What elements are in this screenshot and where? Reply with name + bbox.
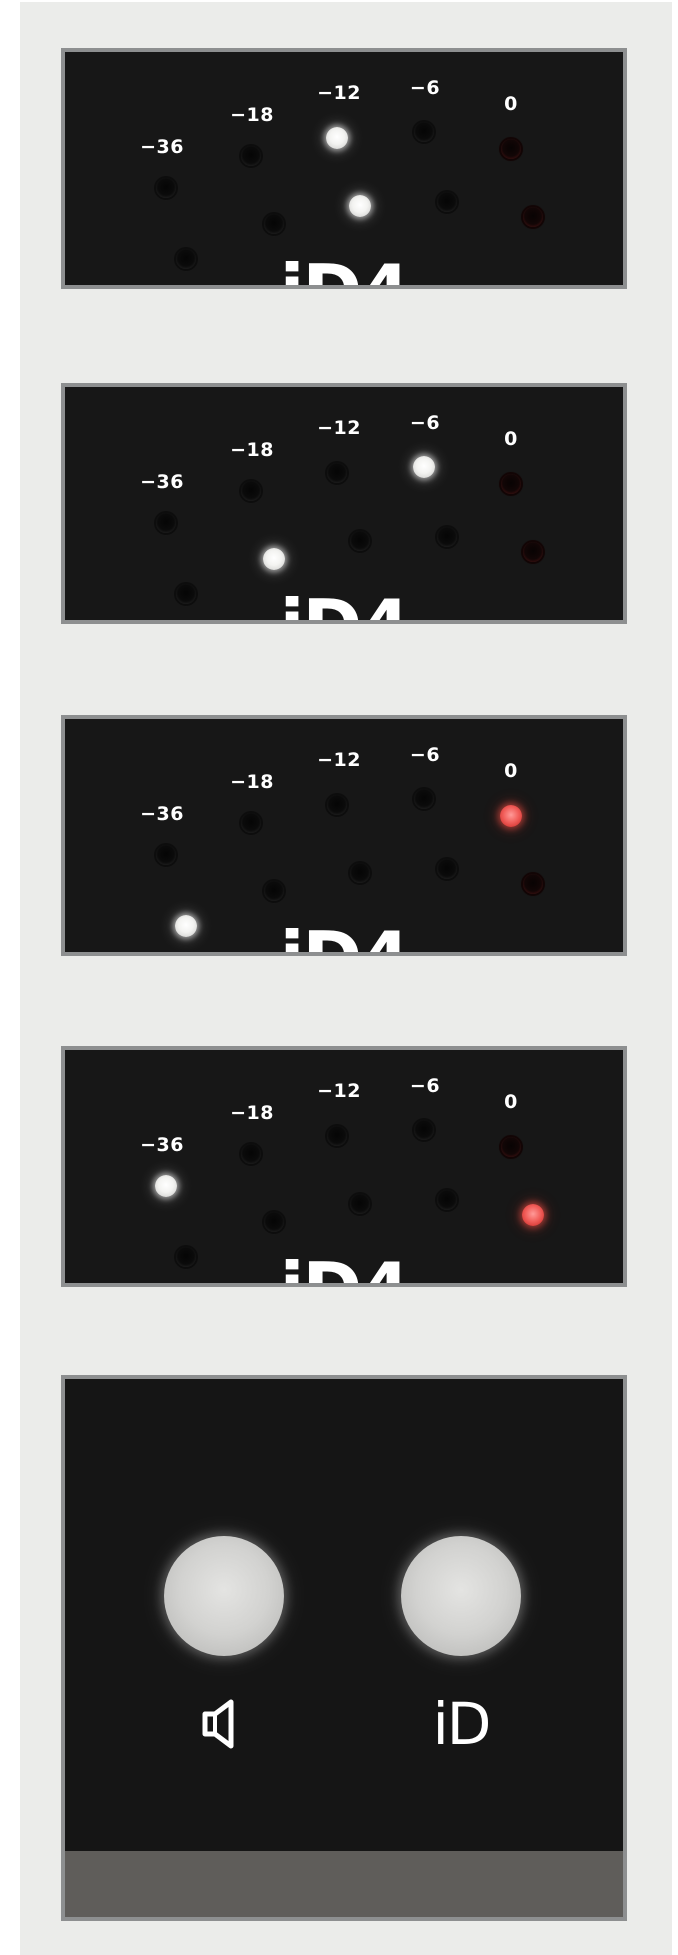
led-3-4 <box>414 789 434 809</box>
label-minus-6: −6 <box>409 1075 441 1097</box>
led-1-7 <box>264 214 284 234</box>
led-1-2 <box>241 146 261 166</box>
brand-logo: iD4 <box>280 1253 411 1283</box>
led-2-6 <box>176 584 196 604</box>
led-1-6 <box>176 249 196 269</box>
label-minus-36: −36 <box>140 471 184 493</box>
id-icon: iD <box>401 1689 521 1759</box>
led-4-7 <box>264 1212 284 1232</box>
led-2-1 <box>156 513 176 533</box>
label-minus-18: −18 <box>230 104 274 126</box>
label-minus-36: −36 <box>140 1134 184 1156</box>
led-4-4 <box>414 1120 434 1140</box>
led-2-8 <box>350 531 370 551</box>
led-4-1 <box>155 1175 177 1197</box>
brand-logo: iD4 <box>280 255 411 285</box>
id-button[interactable] <box>401 1536 521 1656</box>
led-3-6 <box>175 915 197 937</box>
led-2-2 <box>241 481 261 501</box>
led-3-7 <box>264 881 284 901</box>
label-minus-36: −36 <box>140 136 184 158</box>
label-minus-6: −6 <box>409 744 441 766</box>
led-3-8 <box>350 863 370 883</box>
speaker-icon <box>164 1689 284 1759</box>
label-minus-36: −36 <box>140 803 184 825</box>
led-4-9 <box>437 1190 457 1210</box>
meter-panel-4: −36 −18 −12 −6 0 iD4 <box>61 1046 627 1287</box>
label-minus-12: −12 <box>317 417 361 439</box>
meter-panel-3: −36 −18 −12 −6 0 iD4 <box>61 715 627 956</box>
label-minus-12: −12 <box>317 82 361 104</box>
led-1-10 <box>523 207 543 227</box>
led-4-10 <box>522 1204 544 1226</box>
led-1-8 <box>349 195 371 217</box>
meter-panel-2: −36 −18 −12 −6 0 iD4 <box>61 383 627 624</box>
label-minus-12: −12 <box>317 1080 361 1102</box>
led-1-4 <box>414 122 434 142</box>
label-minus-18: −18 <box>230 1102 274 1124</box>
label-zero: 0 <box>504 93 518 115</box>
led-2-3 <box>327 463 347 483</box>
led-4-3 <box>327 1126 347 1146</box>
brand-logo: iD4 <box>280 922 411 952</box>
led-4-2 <box>241 1144 261 1164</box>
led-2-10 <box>523 542 543 562</box>
meter-panel-1: −36 −18 −12 −6 0 iD4 <box>61 48 627 289</box>
led-3-5 <box>500 805 522 827</box>
label-zero: 0 <box>504 1091 518 1113</box>
led-4-8 <box>350 1194 370 1214</box>
led-2-7 <box>263 548 285 570</box>
led-1-1 <box>156 178 176 198</box>
led-2-9 <box>437 527 457 547</box>
label-minus-18: −18 <box>230 439 274 461</box>
led-1-5 <box>501 139 521 159</box>
label-minus-6: −6 <box>409 77 441 99</box>
led-3-2 <box>241 813 261 833</box>
id-icon-text: iD <box>432 1690 492 1758</box>
led-4-6 <box>176 1247 196 1267</box>
label-zero: 0 <box>504 760 518 782</box>
label-zero: 0 <box>504 428 518 450</box>
led-2-4 <box>413 456 435 478</box>
led-3-10 <box>523 874 543 894</box>
led-1-9 <box>437 192 457 212</box>
led-3-3 <box>327 795 347 815</box>
brand-logo: iD4 <box>280 590 411 620</box>
label-minus-18: −18 <box>230 771 274 793</box>
control-panel: iD <box>61 1375 627 1921</box>
led-2-5 <box>501 474 521 494</box>
label-minus-12: −12 <box>317 749 361 771</box>
led-3-9 <box>437 859 457 879</box>
bottom-strip <box>65 1851 623 1917</box>
led-1-3 <box>326 127 348 149</box>
label-minus-6: −6 <box>409 412 441 434</box>
led-3-1 <box>156 845 176 865</box>
speaker-button[interactable] <box>164 1536 284 1656</box>
led-4-5 <box>501 1137 521 1157</box>
